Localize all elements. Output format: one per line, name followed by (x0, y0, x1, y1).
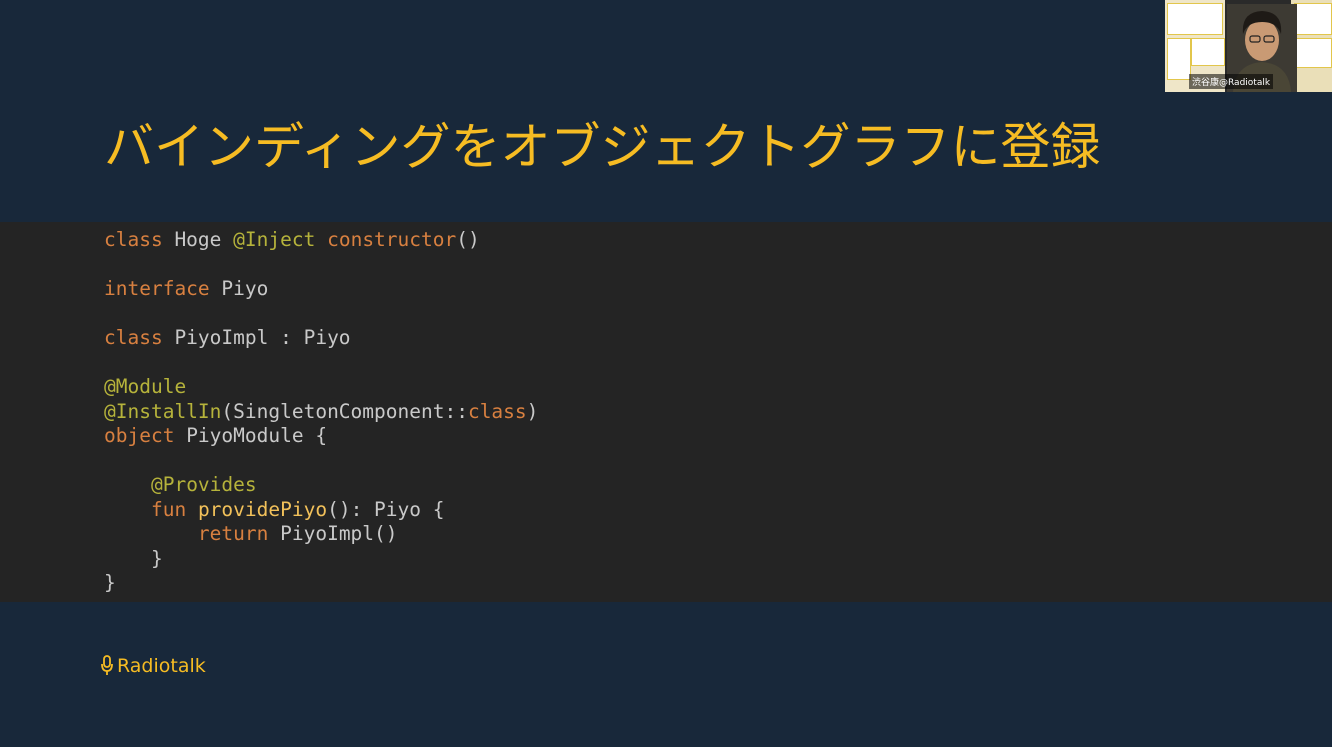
slide-title: バインディングをオブジェクトグラフに登録 (104, 118, 1101, 176)
code-line: return PiyoImpl() (104, 522, 398, 545)
code-token: @Module (104, 375, 187, 398)
code-token: PiyoImpl() (268, 522, 398, 545)
webcam-poster-card (1167, 38, 1191, 80)
microphone-icon (101, 655, 113, 675)
code-token: PiyoModule { (174, 424, 328, 447)
code-line: @Provides (104, 473, 257, 496)
code-token: class (467, 399, 527, 423)
code-token: @InstallIn (104, 399, 222, 423)
slide: バインディングをオブジェクトグラフに登録 class Hoge @Inject … (0, 0, 1332, 747)
code-token: } (104, 571, 116, 594)
code-token: Piyo (209, 277, 269, 300)
webcam-poster-card (1191, 38, 1225, 66)
code-token: @Provides (150, 473, 257, 496)
brand-name: Radiotalk (117, 655, 206, 677)
code-token: constructor (327, 228, 457, 251)
code-token: class (104, 228, 163, 251)
code-token: ) (526, 399, 539, 423)
code-line: } (104, 571, 116, 594)
webcam-overlay: 渋谷康@Radiotalk (1165, 0, 1332, 92)
code-token: (SingletonComponent:: (221, 399, 468, 423)
code-line: object PiyoModule { (104, 424, 327, 447)
code-line: fun providePiyo(): Piyo { (104, 498, 445, 521)
webcam-poster-card (1294, 3, 1332, 35)
code-token: providePiyo (197, 497, 328, 521)
code-token: @Inject (233, 228, 316, 251)
code-token: (): Piyo { (327, 497, 445, 521)
code-block: class Hoge @Inject constructor() interfa… (104, 228, 538, 596)
webcam-caption: 渋谷康@Radiotalk (1189, 74, 1274, 89)
code-line: @Module (104, 375, 186, 398)
brand-logo: Radiotalk (100, 655, 206, 677)
code-line: } (104, 547, 163, 570)
code-token: Hoge (162, 228, 234, 251)
code-token: object (104, 424, 175, 447)
webcam-poster-card (1167, 3, 1223, 35)
code-token: interface (104, 277, 210, 300)
code-token: fun (150, 497, 187, 521)
code-token: } (104, 546, 163, 570)
code-token: () (456, 228, 480, 251)
code-token: return (197, 522, 269, 545)
code-line: @InstallIn(SingletonComponent::class) (104, 400, 538, 423)
code-line: interface Piyo (104, 277, 268, 300)
code-panel: class Hoge @Inject constructor() interfa… (0, 222, 1332, 602)
code-line: class PiyoImpl : Piyo (104, 326, 351, 349)
code-token: class (104, 326, 163, 349)
code-line: class Hoge @Inject constructor() (104, 228, 480, 251)
code-token: PiyoImpl : Piyo (162, 326, 351, 349)
webcam-poster-card (1294, 38, 1332, 68)
